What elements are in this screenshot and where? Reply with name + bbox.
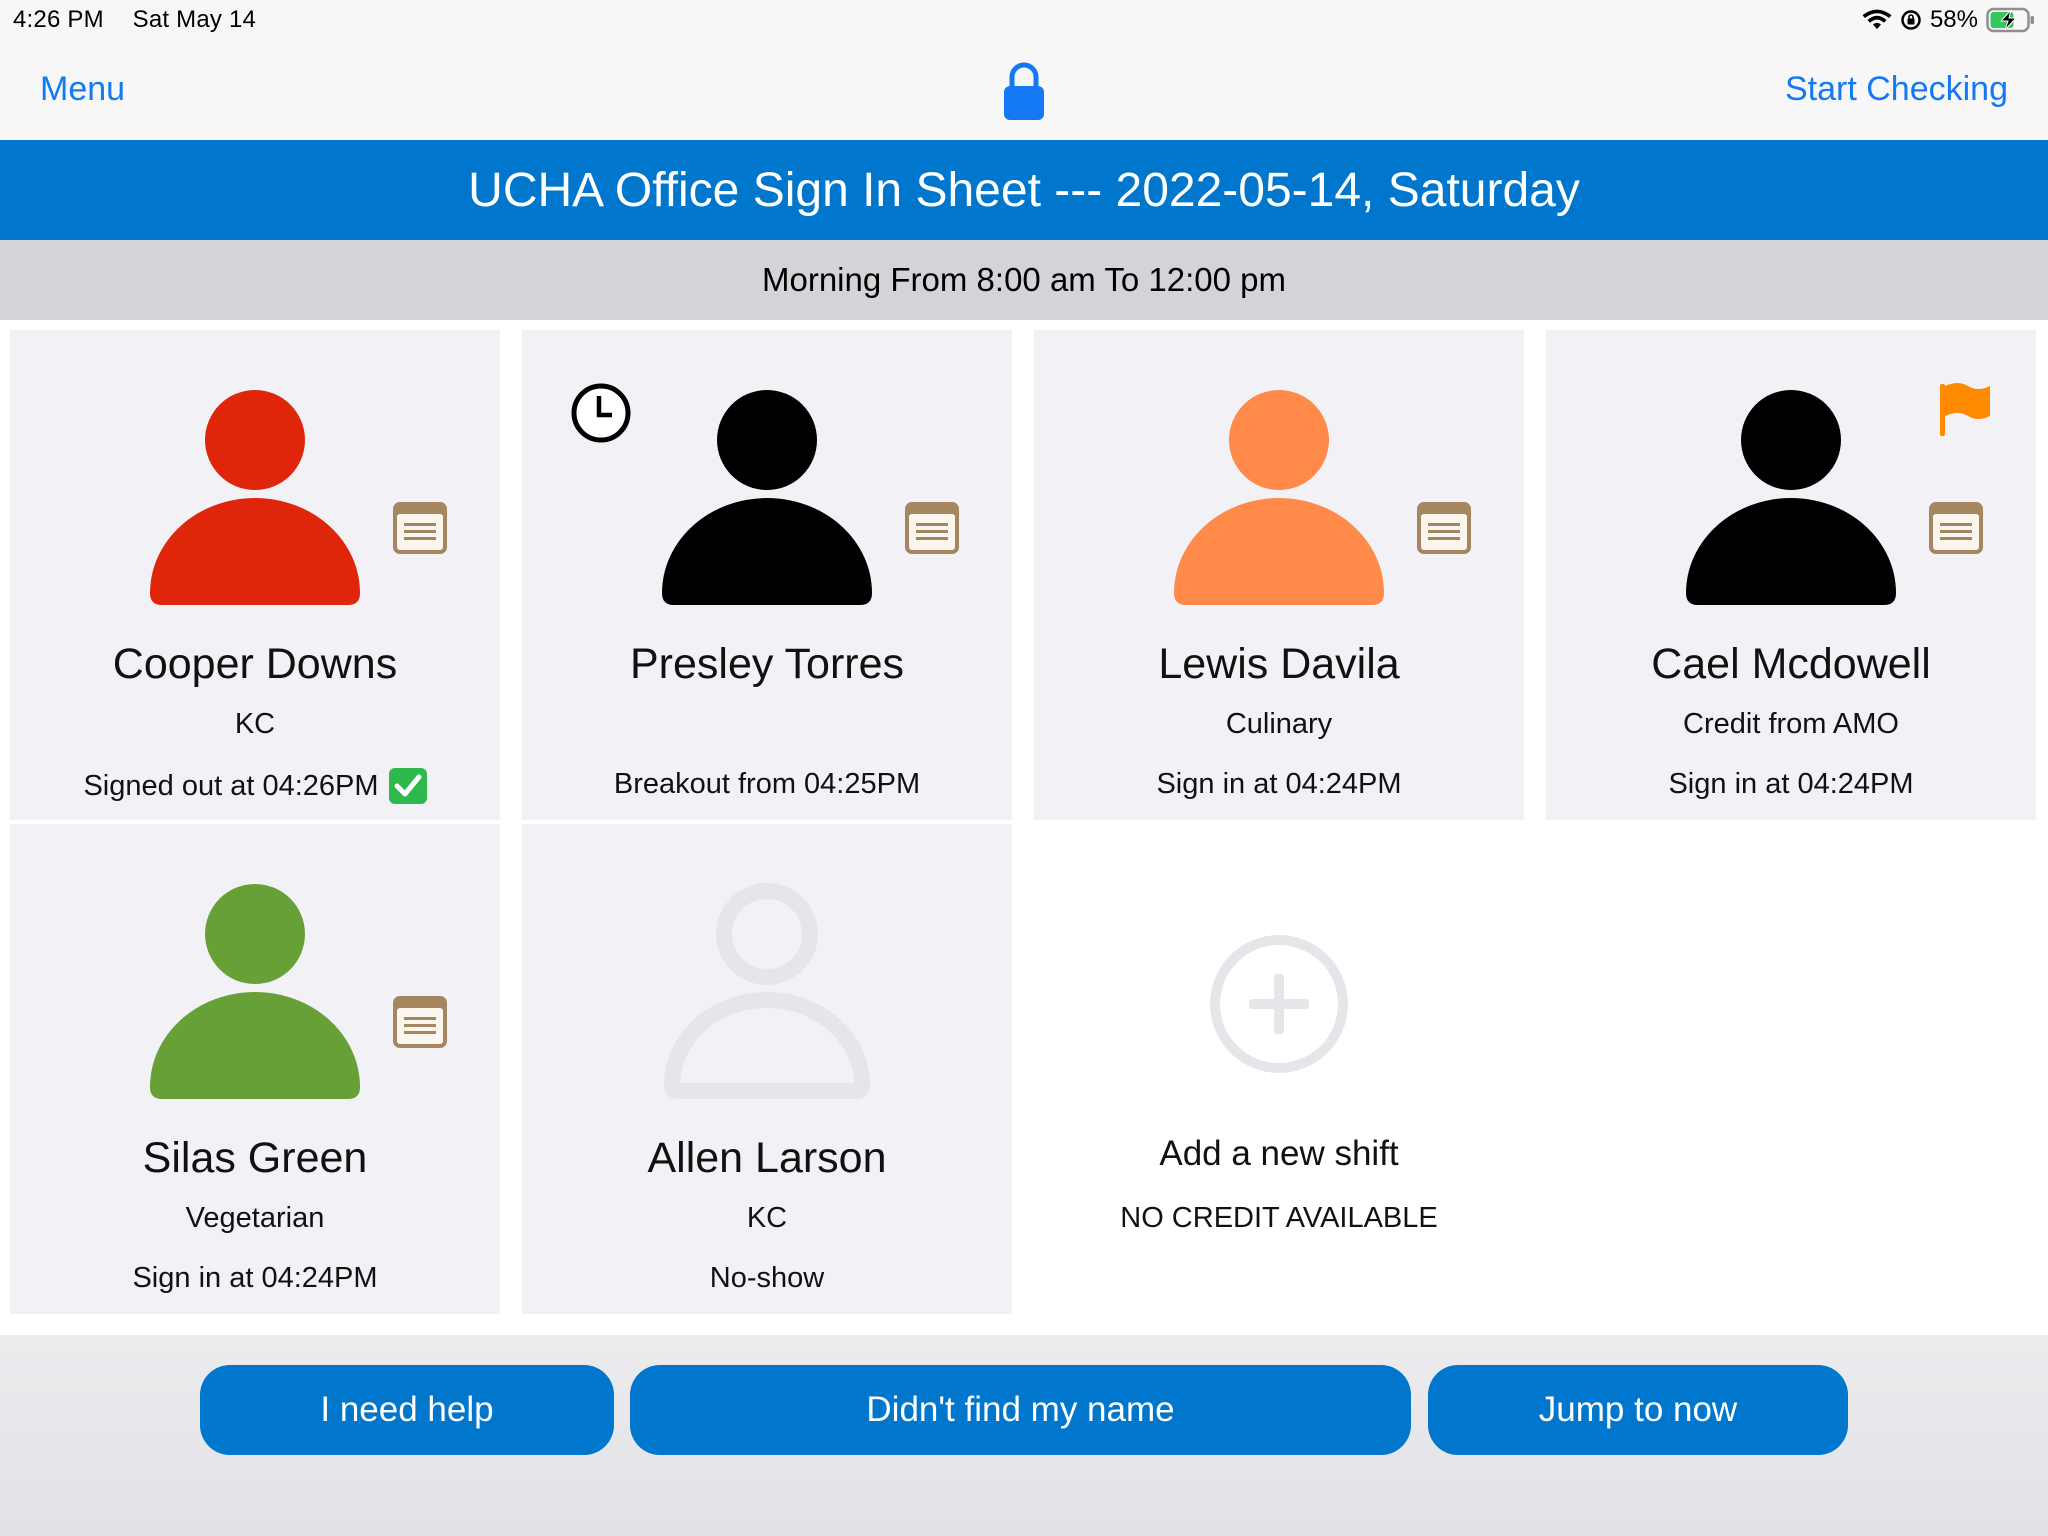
member-status-row: Sign in at 04:24PM <box>10 1262 500 1295</box>
menu-button[interactable]: Menu <box>40 70 125 109</box>
status-bar-right: 58% <box>1862 6 2036 34</box>
orientation-lock-icon <box>1901 10 1921 30</box>
member-status-row: No-show <box>522 1262 1012 1295</box>
shift-grid: Cooper Downs KC Signed out at 04:26PM Pr… <box>0 320 2048 1335</box>
note-icon[interactable] <box>1415 500 1473 556</box>
member-status: Breakout from 04:25PM <box>613 768 921 800</box>
member-subtitle: KC <box>234 708 276 740</box>
add-circle-icon[interactable] <box>1207 932 1351 1076</box>
member-name: Presley Torres <box>629 640 905 688</box>
checkmark-icon <box>388 768 427 804</box>
bottom-toolbar: I need help Didn't find my name Jump to … <box>0 1335 2048 1536</box>
session-bar: Morning From 8:00 am To 12:00 pm <box>0 240 2048 320</box>
status-date: Sat May 14 <box>132 6 257 33</box>
member-status: Sign in at 04:24PM <box>1156 768 1402 800</box>
member-name: Cooper Downs <box>112 640 398 688</box>
credit-note: NO CREDIT AVAILABLE <box>1120 1202 1438 1234</box>
member-status: Signed out at 04:26PM <box>83 769 379 802</box>
person-outline-icon <box>663 883 871 1099</box>
status-bar: 4:26 PM Sat May 14 58% <box>0 0 2048 40</box>
clock-icon <box>571 383 631 443</box>
member-status-row: Sign in at 04:24PM <box>1034 768 1524 801</box>
person-icon <box>150 390 360 605</box>
member-name: Silas Green <box>142 1134 368 1182</box>
note-icon[interactable] <box>1927 500 1985 556</box>
wifi-icon <box>1862 9 1892 29</box>
session-time: Morning From 8:00 am To 12:00 pm <box>762 261 1286 298</box>
shift-card-cael-mcdowell[interactable]: Cael Mcdowell Credit from AMO Sign in at… <box>1546 330 2036 820</box>
shift-card-cooper-downs[interactable]: Cooper Downs KC Signed out at 04:26PM <box>10 330 500 820</box>
member-subtitle: Vegetarian <box>185 1202 325 1234</box>
battery-charging-icon <box>1986 7 2034 33</box>
note-icon[interactable] <box>391 994 449 1050</box>
member-status: Sign in at 04:24PM <box>1668 768 1914 800</box>
member-status-row: Signed out at 04:26PM <box>10 768 500 804</box>
status-bar-left: 4:26 PM Sat May 14 <box>13 6 256 34</box>
person-icon <box>150 884 360 1099</box>
need-help-button[interactable]: I need help <box>200 1365 614 1455</box>
start-checking-button[interactable]: Start Checking <box>1785 70 2008 109</box>
battery-percent: 58% <box>1929 6 1978 33</box>
person-icon <box>662 390 872 605</box>
member-subtitle: Culinary <box>1225 708 1333 740</box>
person-icon <box>1174 390 1384 605</box>
shift-card-presley-torres[interactable]: Presley Torres Breakout from 04:25PM <box>522 330 1012 820</box>
member-subtitle: Credit from AMO <box>1683 708 1899 740</box>
add-shift-card[interactable]: Add a new shift NO CREDIT AVAILABLE <box>1034 824 1524 1314</box>
sheet-title: UCHA Office Sign In Sheet --- 2022-05-14… <box>468 163 1580 217</box>
status-time: 4:26 PM <box>13 6 104 33</box>
navigation-bar: Menu Start Checking <box>0 40 2048 140</box>
shift-card-silas-green[interactable]: Silas Green Vegetarian Sign in at 04:24P… <box>10 824 500 1314</box>
flag-icon <box>1940 383 1990 436</box>
member-status: No-show <box>709 1262 825 1294</box>
member-name: Lewis Davila <box>1158 640 1400 688</box>
add-shift-label: Add a new shift <box>1159 1134 1399 1173</box>
shift-card-allen-larson[interactable]: Allen Larson KC No-show <box>522 824 1012 1314</box>
member-status: Sign in at 04:24PM <box>132 1262 378 1294</box>
note-icon[interactable] <box>391 500 449 556</box>
didnt-find-name-button[interactable]: Didn't find my name <box>630 1365 1411 1455</box>
member-status-row: Sign in at 04:24PM <box>1546 768 2036 801</box>
person-icon <box>1686 390 1896 605</box>
member-name: Allen Larson <box>647 1134 887 1182</box>
member-subtitle: KC <box>746 1202 788 1234</box>
member-status-row: Breakout from 04:25PM <box>522 768 1012 801</box>
note-icon[interactable] <box>903 500 961 556</box>
lock-icon[interactable] <box>1002 60 1046 122</box>
sheet-title-bar: UCHA Office Sign In Sheet --- 2022-05-14… <box>0 140 2048 240</box>
member-name: Cael Mcdowell <box>1651 640 1931 688</box>
jump-to-now-button[interactable]: Jump to now <box>1428 1365 1848 1455</box>
shift-card-lewis-davila[interactable]: Lewis Davila Culinary Sign in at 04:24PM <box>1034 330 1524 820</box>
